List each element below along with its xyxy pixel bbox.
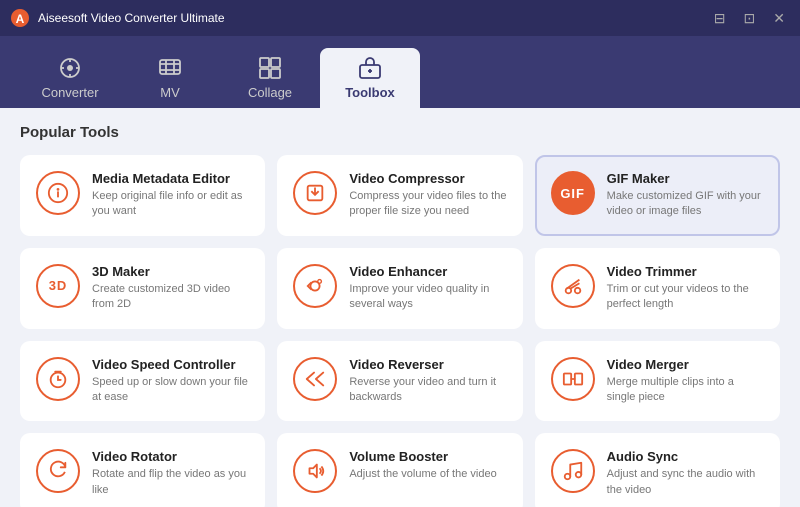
tool-card-video-merger[interactable]: Video Merger Merge multiple clips into a … — [535, 341, 780, 422]
tab-collage[interactable]: Collage — [220, 48, 320, 108]
video-merger-name: Video Merger — [607, 357, 764, 372]
video-enhancer-name: Video Enhancer — [349, 264, 506, 279]
tool-card-gif-maker[interactable]: GIF GIF Maker Make customized GIF with you… — [535, 155, 780, 236]
tool-card-video-compressor[interactable]: Video Compressor Compress your video file… — [277, 155, 522, 236]
tool-card-video-enhancer[interactable]: Video Enhancer Improve your video quality… — [277, 248, 522, 329]
video-merger-info: Video Merger Merge multiple clips into a … — [607, 357, 764, 406]
section-title: Popular Tools — [20, 124, 780, 141]
video-rotator-name: Video Rotator — [92, 449, 249, 464]
media-metadata-editor-icon — [36, 171, 80, 215]
video-speed-controller-desc: Speed up or slow down your file at ease — [92, 375, 249, 406]
window-controls[interactable]: ⊟ ⊡ ✕ — [709, 8, 790, 29]
video-rotator-desc: Rotate and flip the video as you like — [92, 467, 249, 498]
collage-tab-icon — [258, 56, 282, 80]
media-metadata-editor-name: Media Metadata Editor — [92, 171, 249, 186]
tool-card-video-reverser[interactable]: Video Reverser Reverse your video and tur… — [277, 341, 522, 422]
close-button[interactable]: ✕ — [768, 8, 790, 29]
svg-text:A: A — [16, 12, 25, 26]
video-enhancer-icon — [293, 264, 337, 308]
media-metadata-editor-desc: Keep original file info or edit as you w… — [92, 189, 249, 220]
video-trimmer-icon — [551, 264, 595, 308]
video-reverser-name: Video Reverser — [349, 357, 506, 372]
tab-mv[interactable]: MV — [120, 48, 220, 108]
video-reverser-desc: Reverse your video and turn it backwards — [349, 375, 506, 406]
volume-booster-icon — [293, 449, 337, 493]
video-reverser-info: Video Reverser Reverse your video and tur… — [349, 357, 506, 406]
video-rotator-info: Video Rotator Rotate and flip the video a… — [92, 449, 249, 498]
gif-maker-desc: Make customized GIF with your video or i… — [607, 189, 764, 220]
3d-maker-icon: 3D — [36, 264, 80, 308]
tab-mv-label: MV — [160, 85, 180, 100]
converter-tab-icon — [58, 56, 82, 80]
video-trimmer-name: Video Trimmer — [607, 264, 764, 279]
volume-booster-info: Volume Booster Adjust the volume of the v… — [349, 449, 496, 482]
toolbox-tab-icon — [358, 56, 382, 80]
3d-maker-desc: Create customized 3D video from 2D — [92, 282, 249, 313]
video-enhancer-info: Video Enhancer Improve your video quality… — [349, 264, 506, 313]
tools-grid: Media Metadata Editor Keep original file … — [20, 155, 780, 507]
tab-converter[interactable]: Converter — [20, 48, 120, 108]
video-speed-controller-info: Video Speed Controller Speed up or slow d… — [92, 357, 249, 406]
video-trimmer-desc: Trim or cut your videos to the perfect l… — [607, 282, 764, 313]
tool-card-volume-booster[interactable]: Volume Booster Adjust the volume of the v… — [277, 433, 522, 507]
minimize-button[interactable]: ⊟ — [709, 8, 731, 29]
tool-card-media-metadata-editor[interactable]: Media Metadata Editor Keep original file … — [20, 155, 265, 236]
tool-card-video-trimmer[interactable]: Video Trimmer Trim or cut your videos to … — [535, 248, 780, 329]
app-title: Aiseesoft Video Converter Ultimate — [38, 11, 225, 25]
video-enhancer-desc: Improve your video quality in several wa… — [349, 282, 506, 313]
audio-sync-info: Audio Sync Adjust and sync the audio with… — [607, 449, 764, 498]
video-trimmer-info: Video Trimmer Trim or cut your videos to … — [607, 264, 764, 313]
video-merger-icon — [551, 357, 595, 401]
video-speed-controller-name: Video Speed Controller — [92, 357, 249, 372]
volume-booster-desc: Adjust the volume of the video — [349, 467, 496, 482]
audio-sync-desc: Adjust and sync the audio with the video — [607, 467, 764, 498]
3d-maker-name: 3D Maker — [92, 264, 249, 279]
video-compressor-desc: Compress your video files to the proper … — [349, 189, 506, 220]
tool-card-video-rotator[interactable]: Video Rotator Rotate and flip the video a… — [20, 433, 265, 507]
video-speed-controller-icon — [36, 357, 80, 401]
tab-toolbox-label: Toolbox — [345, 85, 395, 100]
tab-toolbox[interactable]: Toolbox — [320, 48, 420, 108]
app-logo-icon: A — [10, 8, 30, 28]
gif-maker-icon: GIF — [551, 171, 595, 215]
maximize-button[interactable]: ⊡ — [739, 8, 761, 29]
video-reverser-icon — [293, 357, 337, 401]
volume-booster-name: Volume Booster — [349, 449, 496, 464]
3d-maker-info: 3D Maker Create customized 3D video from … — [92, 264, 249, 313]
tab-collage-label: Collage — [248, 85, 292, 100]
tool-card-3d-maker[interactable]: 3D 3D Maker Create customized 3D video fro… — [20, 248, 265, 329]
title-bar: A Aiseesoft Video Converter Ultimate ⊟ ⊡… — [0, 0, 800, 36]
video-compressor-name: Video Compressor — [349, 171, 506, 186]
gif-maker-name: GIF Maker — [607, 171, 764, 186]
video-merger-desc: Merge multiple clips into a single piece — [607, 375, 764, 406]
tab-bar: Converter MV Collage Toolbox — [0, 36, 800, 108]
video-compressor-icon — [293, 171, 337, 215]
audio-sync-name: Audio Sync — [607, 449, 764, 464]
title-bar-left: A Aiseesoft Video Converter Ultimate — [10, 8, 225, 28]
video-compressor-info: Video Compressor Compress your video file… — [349, 171, 506, 220]
tool-card-audio-sync[interactable]: Audio Sync Adjust and sync the audio with… — [535, 433, 780, 507]
mv-tab-icon — [158, 56, 182, 80]
video-rotator-icon — [36, 449, 80, 493]
media-metadata-editor-info: Media Metadata Editor Keep original file … — [92, 171, 249, 220]
tool-card-video-speed-controller[interactable]: Video Speed Controller Speed up or slow d… — [20, 341, 265, 422]
tab-converter-label: Converter — [41, 85, 98, 100]
main-content: Popular Tools Media Metadata Editor Keep … — [0, 108, 800, 507]
audio-sync-icon — [551, 449, 595, 493]
gif-maker-info: GIF Maker Make customized GIF with your v… — [607, 171, 764, 220]
